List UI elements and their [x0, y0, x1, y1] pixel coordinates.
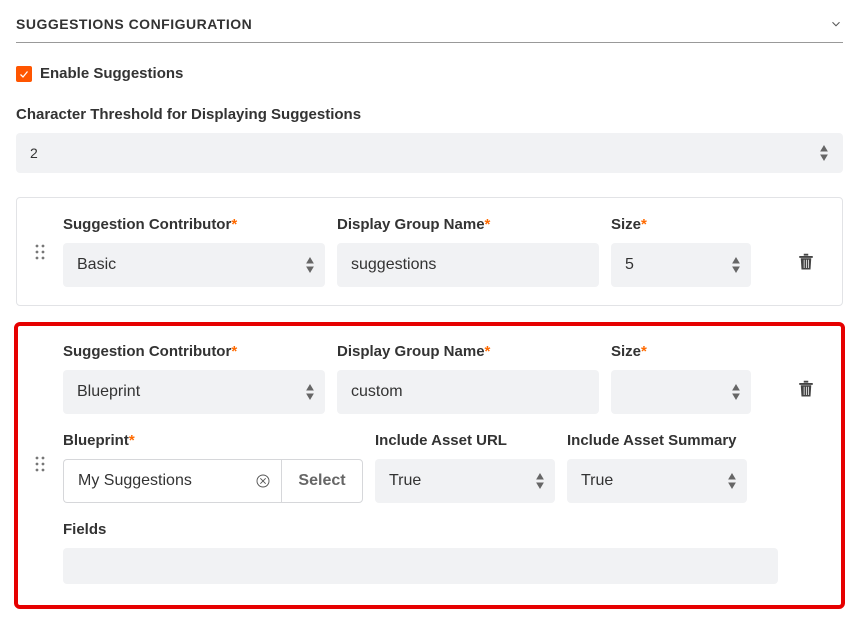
blueprint-label: Blueprint* [63, 432, 363, 449]
display-group-label: Display Group Name* [337, 216, 599, 233]
field-row: Blueprint* My Suggestions Select Include… [63, 432, 778, 503]
threshold-value: 2 [30, 145, 38, 161]
display-group-input[interactable]: suggestions [337, 243, 599, 287]
size-input[interactable] [611, 370, 751, 414]
size-label: Size* [611, 216, 751, 233]
size-label: Size* [611, 343, 751, 360]
contributor-select[interactable]: Basic [63, 243, 325, 287]
contributor-label: Suggestion Contributor* [63, 216, 325, 233]
display-group-value: custom [351, 383, 403, 401]
trash-icon[interactable] [797, 252, 815, 272]
size-input[interactable]: 5 [611, 243, 751, 287]
drag-handle-icon[interactable] [35, 244, 45, 260]
blueprint-select-button[interactable]: Select [281, 459, 363, 503]
suggestion-card-blueprint: Suggestion Contributor* Blueprint Displa… [16, 324, 843, 607]
display-group-input[interactable]: custom [337, 370, 599, 414]
enable-suggestions-row: Enable Suggestions [16, 65, 843, 82]
trash-column [788, 216, 824, 287]
contributor-select[interactable]: Blueprint [63, 370, 325, 414]
sort-icon [731, 384, 741, 400]
size-value: 5 [625, 256, 634, 274]
chevron-down-icon[interactable] [829, 17, 843, 31]
trash-column [788, 343, 824, 584]
card-body: Suggestion Contributor* Basic Display Gr… [63, 216, 778, 287]
fields-input[interactable] [63, 548, 778, 584]
include-url-label: Include Asset URL [375, 432, 555, 449]
blueprint-picker: My Suggestions Select [63, 459, 363, 503]
threshold-select[interactable]: 2 [16, 133, 843, 173]
trash-icon[interactable] [797, 379, 815, 399]
include-summary-label: Include Asset Summary [567, 432, 747, 449]
sort-icon [305, 384, 315, 400]
drag-column [27, 343, 53, 584]
include-summary-value: True [581, 472, 613, 490]
card-body: Suggestion Contributor* Blueprint Displa… [63, 343, 778, 584]
contributor-value: Blueprint [77, 383, 140, 401]
threshold-label: Character Threshold for Displaying Sugge… [16, 106, 843, 123]
section-title: SUGGESTIONS CONFIGURATION [16, 16, 252, 32]
suggestion-card-basic: Suggestion Contributor* Basic Display Gr… [16, 197, 843, 306]
sort-icon [731, 257, 741, 273]
include-summary-select[interactable]: True [567, 459, 747, 503]
check-icon [18, 68, 30, 80]
field-row: Suggestion Contributor* Basic Display Gr… [63, 216, 778, 287]
sort-icon [535, 473, 545, 489]
contributor-value: Basic [77, 256, 116, 274]
field-row: Suggestion Contributor* Blueprint Displa… [63, 343, 778, 414]
contributor-label: Suggestion Contributor* [63, 343, 325, 360]
drag-column [27, 216, 53, 287]
sort-icon [305, 257, 315, 273]
display-group-value: suggestions [351, 256, 436, 274]
fields-label: Fields [63, 521, 778, 538]
enable-suggestions-label: Enable Suggestions [40, 65, 183, 82]
blueprint-value: My Suggestions [78, 472, 192, 490]
clear-icon[interactable] [255, 473, 271, 489]
drag-handle-icon[interactable] [35, 456, 45, 472]
sort-icon [819, 145, 829, 161]
section-header: SUGGESTIONS CONFIGURATION [16, 16, 843, 43]
sort-icon [727, 473, 737, 489]
include-url-select[interactable]: True [375, 459, 555, 503]
display-group-label: Display Group Name* [337, 343, 599, 360]
blueprint-value-box[interactable]: My Suggestions [63, 459, 281, 503]
enable-suggestions-checkbox[interactable] [16, 66, 32, 82]
include-url-value: True [389, 472, 421, 490]
